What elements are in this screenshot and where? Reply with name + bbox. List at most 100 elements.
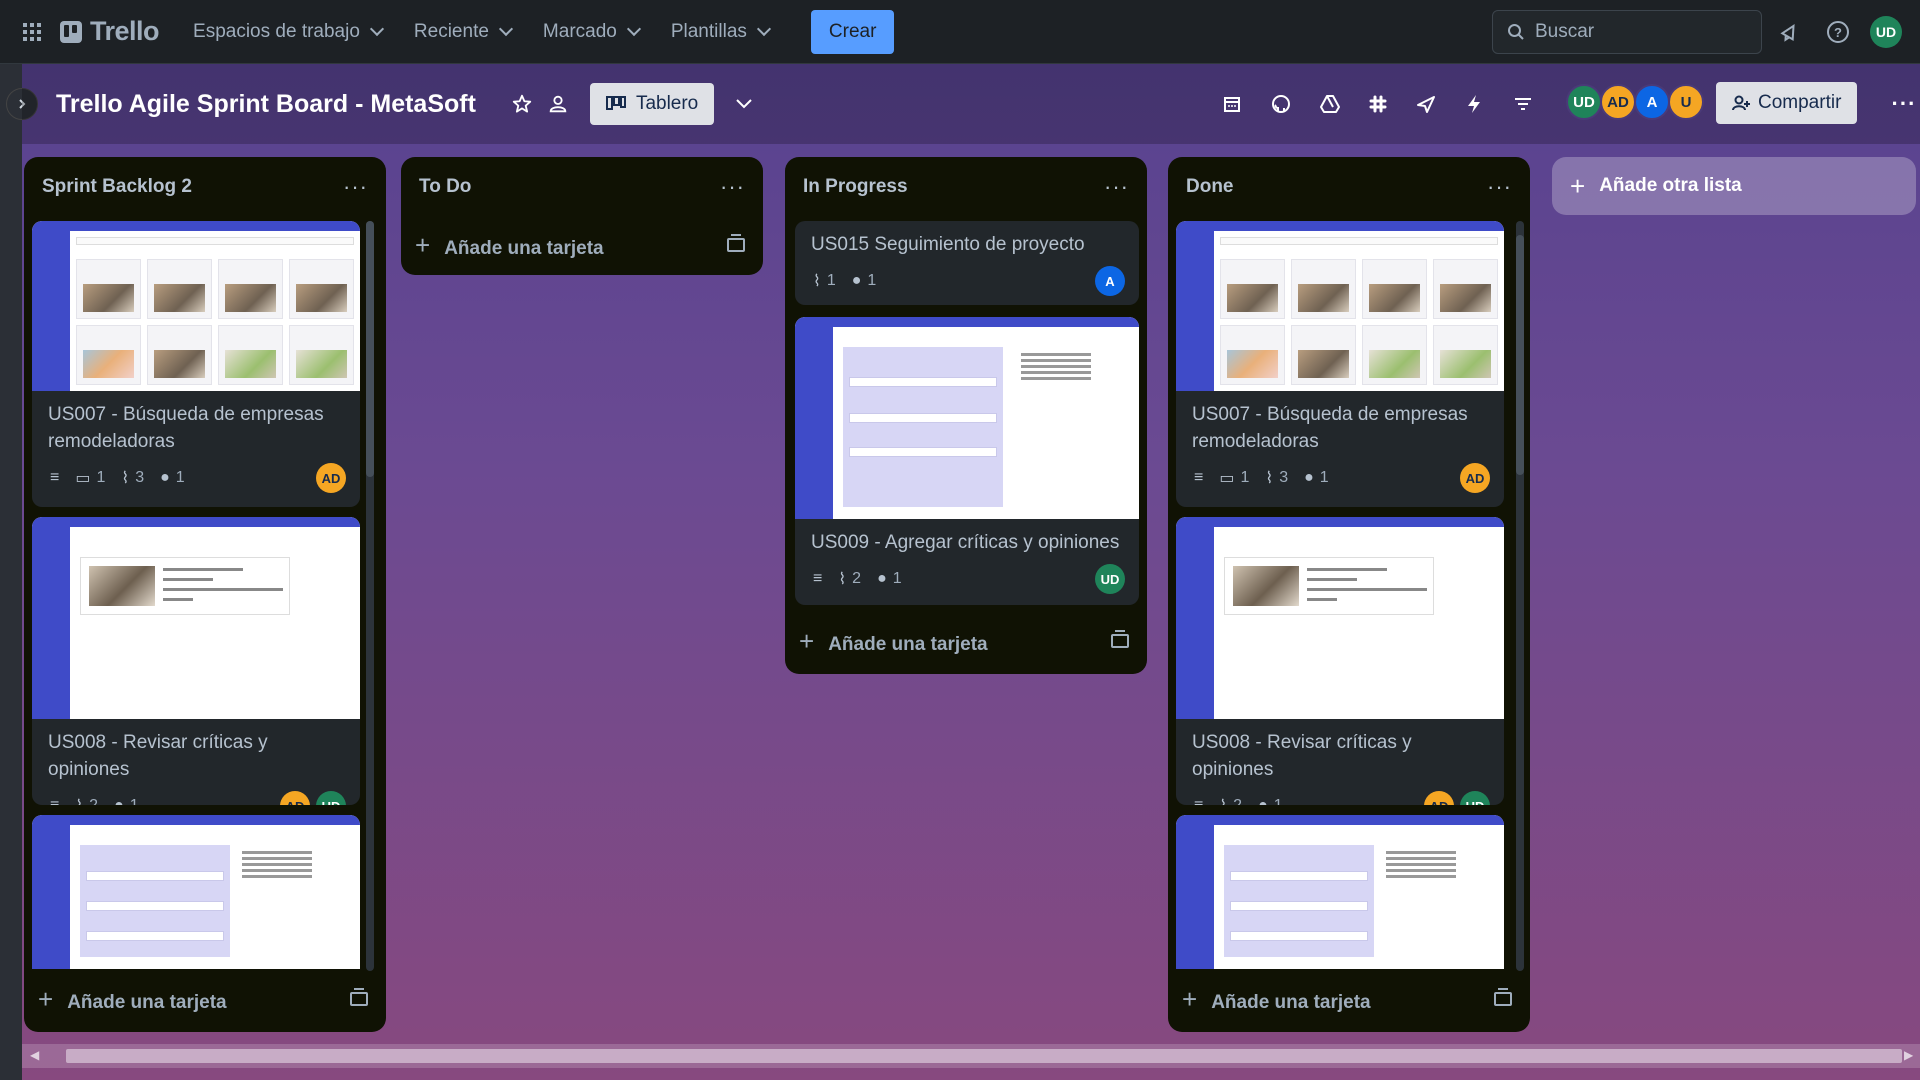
board-scrollbar-thumb[interactable] xyxy=(66,1049,1902,1063)
card-title: US009 - Agregar críticas y opiniones xyxy=(811,532,1120,553)
list-title[interactable]: Done xyxy=(1186,176,1234,198)
list-menu-icon[interactable]: ··· xyxy=(720,174,745,200)
list-scrollbar[interactable] xyxy=(1516,221,1524,971)
list-in-progress: In Progress ··· US015 Seguimiento de pro… xyxy=(785,157,1147,674)
plus-icon: + xyxy=(799,625,815,656)
add-card-button[interactable]: + Añade una tarjeta xyxy=(785,613,1147,669)
add-member-icon xyxy=(1732,95,1750,111)
chevron-down-icon xyxy=(756,21,771,37)
create-from-template-icon[interactable] xyxy=(1494,988,1512,1006)
card[interactable]: US015 Seguimiento de proyecto ⌇ 1 ● 1 A xyxy=(795,221,1139,305)
github-icon[interactable] xyxy=(1263,86,1299,122)
list-scrollbar[interactable] xyxy=(366,221,374,971)
description-icon: ≡ xyxy=(1194,469,1204,486)
menu-recent[interactable]: Reciente xyxy=(404,14,521,50)
visibility-icon[interactable] xyxy=(540,86,576,122)
share-button[interactable]: Compartir xyxy=(1716,82,1858,124)
google-drive-icon[interactable] xyxy=(1312,86,1348,122)
menu-templates[interactable]: Plantillas xyxy=(661,14,779,50)
filter-icon[interactable] xyxy=(1505,86,1541,122)
card[interactable]: US007 - Búsqueda de empresas remodelador… xyxy=(32,221,360,507)
member-avatar[interactable]: A xyxy=(1634,84,1670,120)
comment-icon: ▭ xyxy=(75,470,91,487)
member-avatar[interactable]: UD xyxy=(1566,84,1602,120)
scroll-right-icon[interactable]: ▶ xyxy=(1904,1048,1913,1062)
member-avatar[interactable]: UD xyxy=(316,791,346,805)
paperclip-icon: ⌇ xyxy=(1265,470,1274,487)
board-view-button[interactable]: Tablero xyxy=(589,83,715,125)
list-done: Done ··· US007 - Búsqueda de empresas re… xyxy=(1168,157,1530,1032)
github-badge: ●1 xyxy=(114,797,139,805)
list-header: In Progress ··· xyxy=(785,157,1147,217)
scroll-left-icon[interactable]: ◀ xyxy=(30,1048,39,1062)
notifications-icon[interactable] xyxy=(1772,14,1808,50)
slack-icon[interactable] xyxy=(1360,86,1396,122)
github-icon: ● xyxy=(1304,469,1314,486)
list-menu-icon[interactable]: ··· xyxy=(343,174,368,200)
member-avatar[interactable]: AD xyxy=(1600,84,1636,120)
star-icon[interactable] xyxy=(504,86,540,122)
card-badges: ≡ ⌇2 ●1 AD UD xyxy=(1176,787,1504,805)
chevron-down-icon[interactable] xyxy=(726,86,762,122)
card[interactable]: US008 - Revisar críticas y opiniones ≡ ⌇… xyxy=(1176,517,1504,805)
card[interactable]: US009 - Agregar críticas y opiniones ≡ ⌇… xyxy=(795,317,1139,605)
list-title[interactable]: Sprint Backlog 2 xyxy=(42,176,192,198)
board-menu-icon[interactable]: ··· xyxy=(1886,86,1920,122)
board-view-icon xyxy=(605,96,626,110)
trello-logo[interactable]: Trello xyxy=(60,16,160,47)
user-avatar[interactable]: UD xyxy=(1870,16,1902,48)
card-badges: ⌇ 1 ● 1 A xyxy=(795,262,1139,305)
card[interactable]: US008 - Revisar críticas y opiniones ≡ ⌇… xyxy=(32,517,360,805)
search-input[interactable]: Buscar xyxy=(1492,10,1762,54)
plus-icon: + xyxy=(1182,983,1198,1014)
power-ups-icon[interactable] xyxy=(1408,86,1444,122)
card[interactable] xyxy=(32,815,360,969)
plus-icon: + xyxy=(38,983,54,1014)
calendar-icon[interactable] xyxy=(1214,86,1250,122)
member-avatar[interactable]: UD xyxy=(1095,564,1125,594)
help-icon[interactable]: ? xyxy=(1820,14,1856,50)
attachments-badge: ⌇ 3 xyxy=(1265,469,1289,487)
list-title[interactable]: To Do xyxy=(419,176,471,198)
member-avatar[interactable]: A xyxy=(1095,266,1125,296)
card[interactable]: US007 - Búsqueda de empresas remodelador… xyxy=(1176,221,1504,507)
member-avatar[interactable]: AD xyxy=(1424,791,1454,805)
paperclip-icon: ⌇ xyxy=(75,796,83,805)
list-scrollbar-thumb[interactable] xyxy=(1516,235,1524,475)
add-card-button[interactable]: + Añade una tarjeta xyxy=(24,971,386,1027)
add-card-button[interactable]: + Añade una tarjeta xyxy=(1168,971,1530,1027)
github-icon: ● xyxy=(160,469,170,486)
chevron-down-icon xyxy=(369,21,384,37)
list-scrollbar-thumb[interactable] xyxy=(366,221,374,477)
app-switcher-icon[interactable] xyxy=(16,16,48,48)
create-button[interactable]: Crear xyxy=(810,9,895,54)
add-list-button[interactable]: + Añade otra lista xyxy=(1552,157,1916,215)
member-avatar[interactable]: UD xyxy=(1460,791,1490,805)
create-from-template-icon[interactable] xyxy=(350,988,368,1006)
list-menu-icon[interactable]: ··· xyxy=(1104,174,1129,200)
add-card-button[interactable]: + Añade una tarjeta xyxy=(401,217,763,273)
card-badges: ≡ ▭ 1 ⌇ 3 ● 1 AD xyxy=(1176,459,1504,503)
card-title: US007 - Búsqueda de empresas remodelador… xyxy=(48,404,324,452)
card[interactable] xyxy=(1176,815,1504,969)
member-avatar[interactable]: AD xyxy=(316,463,346,493)
description-icon: ≡ xyxy=(50,797,59,805)
create-from-template-icon[interactable] xyxy=(1111,630,1129,648)
member-avatar[interactable]: AD xyxy=(1460,463,1490,493)
github-badge: ●1 xyxy=(1304,469,1329,486)
automation-icon[interactable] xyxy=(1456,86,1492,122)
list-menu-icon[interactable]: ··· xyxy=(1487,174,1512,200)
member-avatar[interactable]: AD xyxy=(280,791,310,805)
create-from-template-icon[interactable] xyxy=(727,234,745,252)
menu-starred[interactable]: Marcado xyxy=(533,14,649,50)
chevron-down-icon xyxy=(626,21,641,37)
board-horizontal-scrollbar[interactable]: ◀ ▶ xyxy=(22,1044,1920,1068)
attachments-badge: ⌇ 1 xyxy=(813,272,836,290)
card-badges: ≡ ▭ 1 ⌇ 3 ● 1 AD xyxy=(32,459,360,503)
list-title[interactable]: In Progress xyxy=(803,176,908,198)
sidebar-collapsed xyxy=(0,64,22,1080)
member-avatar[interactable]: U xyxy=(1668,84,1704,120)
paperclip-icon: ⌇ xyxy=(813,273,821,290)
menu-workspaces[interactable]: Espacios de trabajo xyxy=(183,14,392,50)
board-title[interactable]: Trello Agile Sprint Board - MetaSoft xyxy=(56,90,476,119)
